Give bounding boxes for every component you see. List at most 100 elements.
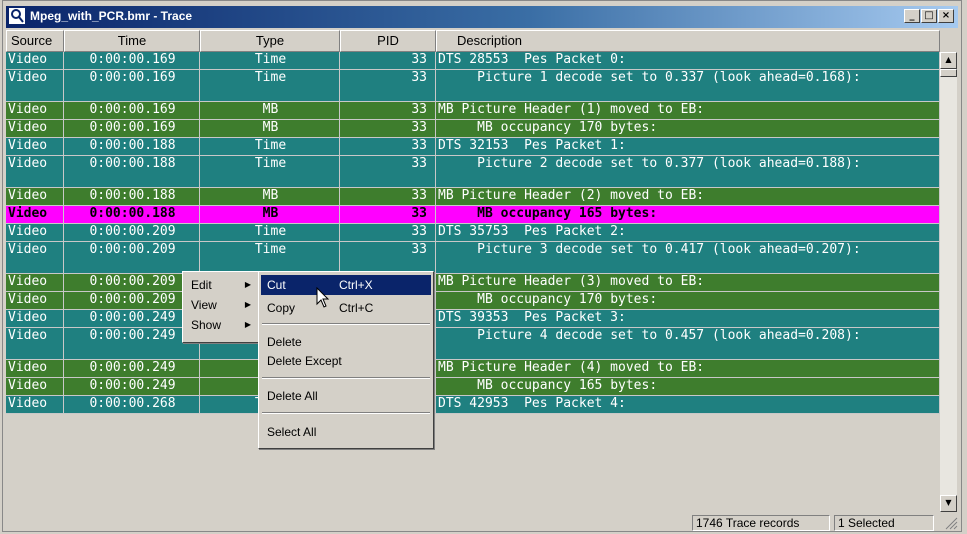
cell-description: MB occupancy 170 bytes: <box>436 120 940 137</box>
cell-source: Video <box>6 102 64 119</box>
cell-type: MB <box>200 102 340 119</box>
column-header-source[interactable]: Source <box>6 30 64 52</box>
scroll-up-button[interactable]: ▲ <box>940 52 957 69</box>
table-row[interactable]: Video 0:00:00.188 Time 33 DTS 32153 Pes Pack… <box>6 138 940 156</box>
trace-window: Mpeg_with_PCR.bmr - Trace _ □ × Source T… <box>2 0 962 532</box>
table-row[interactable]: Video 0:00:00.169 MB 33 MB Picture Header (1… <box>6 102 940 120</box>
menu-item-copy-label: Copy <box>267 301 296 315</box>
menu-item-copy-shortcut: Ctrl+C <box>339 301 374 315</box>
menu-item-show[interactable]: Show ▶ <box>185 315 257 335</box>
menu-item-delete-except-label: Delete Except <box>267 354 342 368</box>
trace-grid[interactable]: Video 0:00:00.169 Time 33 DTS 28553 Pes Pack… <box>6 52 940 512</box>
cell-source: Video <box>6 188 64 205</box>
cell-pid: 33 <box>340 138 436 155</box>
table-row[interactable]: Video0:00:00.249MB33MB Picture Header (4… <box>6 360 940 378</box>
resize-grip-icon[interactable] <box>944 516 958 530</box>
cell-source: Video <box>6 224 64 241</box>
cell-pid: 33 <box>340 52 436 69</box>
table-row[interactable]: Video 0:00:00.188 MB 33 MB Picture Header (2… <box>6 188 940 206</box>
column-header-pid[interactable]: PID <box>340 30 436 52</box>
cell-type: Time <box>200 224 340 241</box>
cell-time: 0:00:00.169 <box>64 102 200 119</box>
cell-description: DTS 32153 Pes Packet 1: <box>436 138 940 155</box>
cell-time: 0:00:00.249 <box>64 378 200 395</box>
edit-submenu: Cut Ctrl+X Copy Ctrl+C Delete Delete Exc… <box>258 271 434 449</box>
cell-time: 0:00:00.169 <box>64 120 200 137</box>
table-row[interactable]: Video0:00:00.209MB33MB Picture Header (3… <box>6 274 940 292</box>
column-header-description[interactable]: Description <box>436 30 940 52</box>
close-button[interactable]: × <box>938 9 954 23</box>
table-row[interactable]: Video 0:00:00.209 Time 33 DTS 35753 Pes Pack… <box>6 224 940 242</box>
cell-description: MB occupancy 165 bytes: <box>436 378 940 395</box>
menu-item-show-label: Show <box>191 318 222 332</box>
menu-item-cut-shortcut: Ctrl+X <box>339 278 373 292</box>
table-row[interactable]: Video 0:00:00.169 Time 33 Picture 1 decode … <box>6 70 940 102</box>
table-row[interactable]: Video0:00:00.249Time33DTS 39353 Pes Pack… <box>6 310 940 328</box>
menu-item-select-all[interactable]: Select All <box>261 422 431 442</box>
column-header: Source Time Type PID Description <box>6 30 940 52</box>
column-header-type[interactable]: Type <box>200 30 340 52</box>
menu-item-delete[interactable]: Delete <box>261 332 431 352</box>
cell-time: 0:00:00.249 <box>64 328 200 359</box>
cell-pid: 33 <box>340 120 436 137</box>
cell-source: Video <box>6 70 64 101</box>
status-bar: 1746 Trace records 1 Selected <box>6 514 958 532</box>
trace-records-count: 1746 Trace records <box>692 515 830 531</box>
cell-description: Picture 3 decode set to 0.417 (look ahea… <box>436 242 940 273</box>
column-header-time[interactable]: Time <box>64 30 200 52</box>
cell-type: MB <box>200 188 340 205</box>
cell-type: MB <box>200 120 340 137</box>
menu-separator <box>262 323 430 325</box>
table-row[interactable]: Video 0:00:00.188 Time 33 Picture 2 decode … <box>6 156 940 188</box>
cell-type: Time <box>200 70 340 101</box>
cell-time: 0:00:00.268 <box>64 396 200 413</box>
menu-item-delete-all[interactable]: Delete All <box>261 386 431 406</box>
chevron-right-icon: ▶ <box>244 300 251 309</box>
cell-description: MB Picture Header (1) moved to EB: <box>436 102 940 119</box>
cell-source: Video <box>6 310 64 327</box>
vertical-scrollbar[interactable]: ▲ ▼ <box>940 52 957 512</box>
scroll-thumb[interactable] <box>940 69 957 77</box>
menu-separator <box>262 412 430 414</box>
table-row[interactable]: Video0:00:00.268Time33DTS 42953 Pes Pack… <box>6 396 940 414</box>
cell-pid: 33 <box>340 70 436 101</box>
title-bar[interactable]: Mpeg_with_PCR.bmr - Trace _ □ × <box>6 6 958 28</box>
cell-pid: 33 <box>340 224 436 241</box>
table-row-selected[interactable]: Video 0:00:00.188 MB 33 MB occupancy 165 by… <box>6 206 940 224</box>
table-row[interactable]: Video0:00:00.209MB33 MB occupancy 170 by… <box>6 292 940 310</box>
menu-item-view[interactable]: View ▶ <box>185 295 257 315</box>
minimize-button[interactable]: _ <box>904 9 920 23</box>
menu-item-edit[interactable]: Edit ▶ <box>185 275 257 295</box>
menu-item-cut-label: Cut <box>267 278 286 292</box>
cell-time: 0:00:00.188 <box>64 206 200 223</box>
menu-item-copy[interactable]: Copy Ctrl+C <box>261 298 431 318</box>
table-row[interactable]: Video0:00:00.249MB33 MB occupancy 165 by… <box>6 378 940 396</box>
cell-description: DTS 35753 Pes Packet 2: <box>436 224 940 241</box>
cell-source: Video <box>6 328 64 359</box>
table-row[interactable]: Video0:00:00.249Time33 Picture 4 decode … <box>6 328 940 360</box>
menu-item-delete-except[interactable]: Delete Except <box>261 351 431 371</box>
cell-time: 0:00:00.169 <box>64 70 200 101</box>
menu-item-delete-all-label: Delete All <box>267 389 318 403</box>
table-row[interactable]: Video 0:00:00.169 Time 33 DTS 28553 Pes Pack… <box>6 52 940 70</box>
cell-type: Time <box>200 242 340 273</box>
chevron-right-icon: ▶ <box>244 320 251 329</box>
scroll-down-button[interactable]: ▼ <box>940 495 957 512</box>
cell-description: MB occupancy 170 bytes: <box>436 292 940 309</box>
table-row[interactable]: Video 0:00:00.209 Time 33 Picture 3 decode … <box>6 242 940 274</box>
cell-time: 0:00:00.209 <box>64 242 200 273</box>
cell-source: Video <box>6 360 64 377</box>
cell-source: Video <box>6 52 64 69</box>
cell-time: 0:00:00.188 <box>64 156 200 187</box>
cell-pid: 33 <box>340 102 436 119</box>
cell-time: 0:00:00.249 <box>64 310 200 327</box>
maximize-button[interactable]: □ <box>921 9 937 23</box>
context-menu: Edit ▶ View ▶ Show ▶ <box>182 271 260 343</box>
cell-source: Video <box>6 206 64 223</box>
cell-source: Video <box>6 120 64 137</box>
menu-item-view-label: View <box>191 298 217 312</box>
cell-description: Picture 1 decode set to 0.337 (look ahea… <box>436 70 940 101</box>
table-row[interactable]: Video 0:00:00.169 MB 33 MB occupancy 170 by… <box>6 120 940 138</box>
menu-item-cut[interactable]: Cut Ctrl+X <box>261 275 431 295</box>
trace-app-icon <box>9 8 25 24</box>
